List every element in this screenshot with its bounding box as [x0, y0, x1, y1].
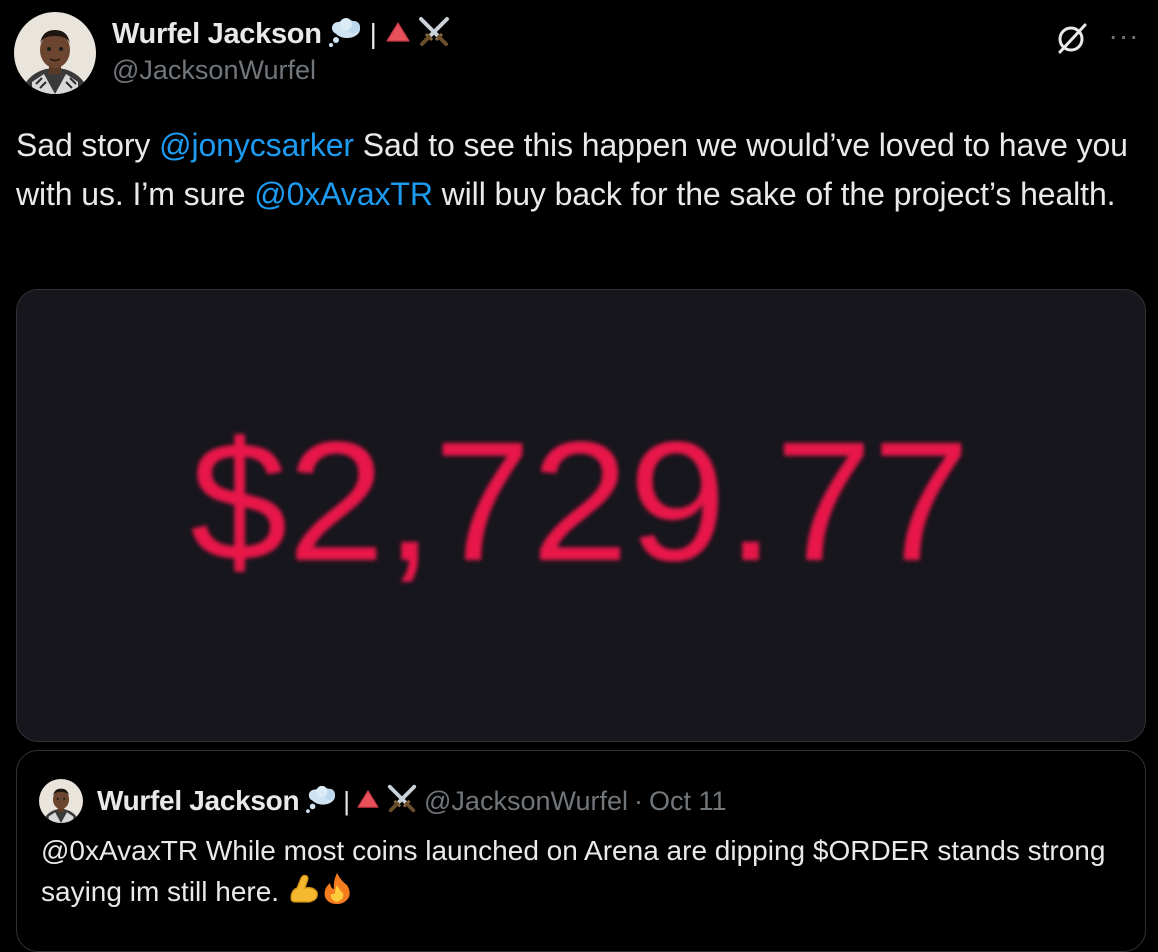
grok-icon[interactable]	[1054, 20, 1090, 56]
quote-header: Wurfel Jackson | @JacksonWurfel · Oct 11	[97, 779, 727, 823]
media-image[interactable]: $2,729.77	[16, 289, 1146, 742]
crossed-swords-icon	[417, 15, 451, 54]
quote-author-name: Wurfel Jackson	[97, 785, 300, 816]
name-separator: |	[369, 18, 377, 49]
quote-tweet[interactable]: Wurfel Jackson | @JacksonWurfel · Oct 11…	[16, 750, 1146, 952]
thought-bubble-icon	[305, 785, 337, 818]
fire-icon	[321, 871, 353, 916]
quote-body: While most coins launched on Arena are d…	[41, 835, 1106, 907]
flexed-biceps-icon	[287, 872, 321, 915]
quote-text: @0xAvaxTR While most coins launched on A…	[41, 831, 1121, 916]
quote-author-avatar	[39, 779, 83, 823]
author-name-row: Wurfel Jackson |	[112, 14, 451, 54]
more-icon[interactable]: ···	[1106, 18, 1142, 54]
crossed-swords-icon	[386, 783, 418, 820]
red-triangle-icon	[385, 20, 411, 49]
tweet-text-part1: Sad story	[16, 127, 160, 163]
author-handle[interactable]: @JacksonWurfel	[112, 55, 316, 86]
quote-date[interactable]: Oct 11	[649, 786, 727, 817]
quote-mention: @0xAvaxTR	[41, 835, 199, 866]
thought-bubble-icon	[328, 17, 362, 52]
tweet-text: Sad story @jonycsarker Sad to see this h…	[16, 121, 1136, 218]
author-name[interactable]: Wurfel Jackson	[112, 18, 322, 51]
price-image: $2,729.77	[190, 407, 970, 597]
quote-name-separator: |	[343, 785, 351, 816]
mention-link[interactable]: @jonycsarker	[159, 127, 354, 163]
tweet: Wurfel Jackson | @JacksonWurfel ··· Sad …	[0, 0, 1158, 952]
mention-link[interactable]: @0xAvaxTR	[254, 176, 433, 212]
quote-author-handle: @JacksonWurfel	[424, 785, 628, 816]
red-triangle-icon	[356, 788, 380, 815]
price-amount: $2,729.77	[190, 407, 970, 597]
tweet-text-part3: will buy back for the sake of the projec…	[432, 175, 1116, 212]
author-avatar[interactable]	[14, 12, 96, 94]
quote-dot-separator: ·	[634, 785, 643, 816]
